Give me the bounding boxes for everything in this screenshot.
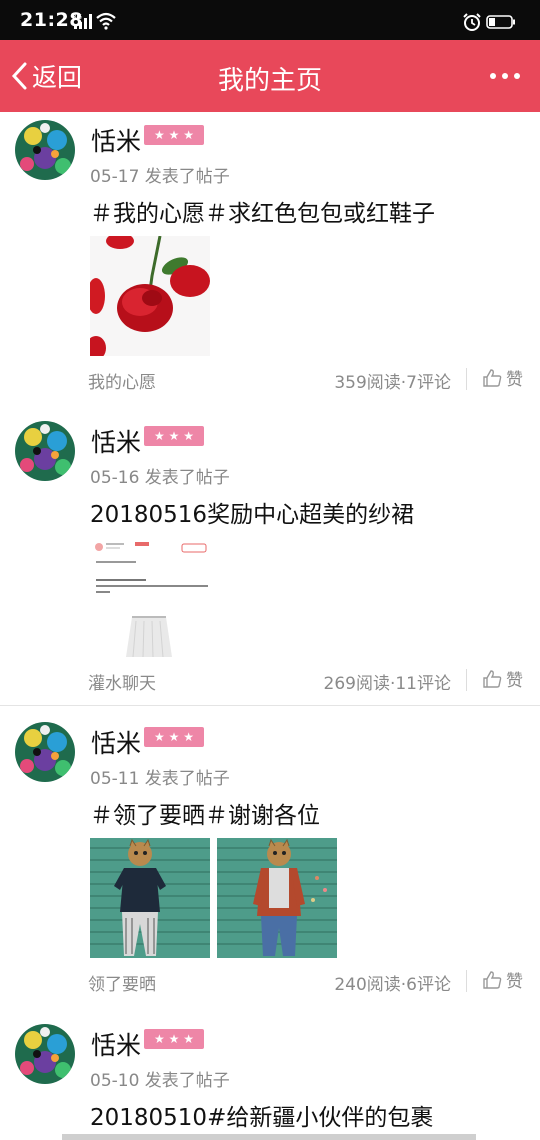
avatar[interactable]	[15, 722, 75, 782]
username[interactable]: 恬米	[91, 1026, 141, 1062]
status-bar: 21:28 3G	[0, 0, 540, 40]
level-badge: ★ ★ ★	[144, 727, 204, 747]
post-item[interactable]: 恬米 ★ ★ ★ 05-11 发表了帖子 ＃领了要晒＃谢谢各位 领了要晒 240…	[0, 714, 540, 1014]
post-item[interactable]: 恬米 ★ ★ ★ 05-17 发表了帖子 ＃我的心愿＃求红色包包或红鞋子 我的心…	[0, 112, 540, 412]
thumbs-up-icon	[483, 368, 502, 387]
level-badge: ★ ★ ★	[144, 426, 204, 446]
like-label: 赞	[506, 370, 523, 390]
post-item[interactable]: 恬米 ★ ★ ★ 05-10 发表了帖子 20180510#给新疆小伙伴的包裹	[0, 1016, 540, 1140]
top-nav-bar: 返回 我的主页	[0, 40, 540, 112]
thumbs-up-icon	[483, 669, 502, 688]
post-meta: 05-10 发表了帖子	[90, 1071, 230, 1091]
avatar[interactable]	[15, 1024, 75, 1084]
more-dots-icon[interactable]	[490, 62, 520, 90]
avatar[interactable]	[15, 120, 75, 180]
username[interactable]: 恬米	[91, 423, 141, 459]
post-title[interactable]: ＃我的心愿＃求红色包包或红鞋子	[90, 194, 435, 228]
like-label: 赞	[506, 972, 523, 992]
like-label: 赞	[506, 671, 523, 691]
username[interactable]: 恬米	[91, 122, 141, 158]
post-title[interactable]: 20180510#给新疆小伙伴的包裹	[90, 1098, 433, 1132]
post-title[interactable]: 20180516奖励中心超美的纱裙	[90, 495, 414, 529]
battery-icon	[486, 15, 515, 29]
divider-vertical	[466, 970, 467, 992]
post-category[interactable]: 我的心愿	[88, 368, 156, 393]
alarm-clock-icon	[463, 13, 481, 31]
signal-type-label: 3G	[72, 13, 82, 21]
like-button[interactable]: 赞	[482, 666, 523, 691]
signal-icon: 3G	[72, 13, 92, 29]
post-stats: 240阅读·6评论	[334, 975, 451, 995]
post-category[interactable]: 灌水聊天	[88, 669, 156, 694]
avatar[interactable]	[15, 421, 75, 481]
post-image-tshirt-outfit[interactable]	[90, 838, 210, 958]
like-button[interactable]: 赞	[482, 365, 523, 390]
post-divider	[0, 705, 540, 706]
page-title: 我的主页	[217, 66, 322, 96]
post-meta: 05-11 发表了帖子	[90, 769, 230, 789]
post-image-red-rose[interactable]	[90, 236, 210, 356]
wifi-icon	[96, 12, 116, 30]
post-image-skirt-screenshot[interactable]	[90, 537, 210, 657]
post-item[interactable]: 恬米 ★ ★ ★ 05-16 发表了帖子 20180516奖励中心超美的纱裙 灌…	[0, 413, 540, 705]
level-badge: ★ ★ ★	[144, 1029, 204, 1049]
scroll-indicator[interactable]	[62, 1134, 476, 1140]
post-stats: 359阅读·7评论	[334, 373, 451, 393]
level-badge: ★ ★ ★	[144, 125, 204, 145]
post-stats: 269阅读·11评论	[323, 674, 451, 694]
divider-vertical	[466, 368, 467, 390]
thumbs-up-icon	[483, 970, 502, 989]
post-image-red-shirt-outfit[interactable]	[217, 838, 337, 958]
post-title[interactable]: ＃领了要晒＃谢谢各位	[90, 796, 320, 830]
divider-vertical	[466, 669, 467, 691]
post-meta: 05-17 发表了帖子	[90, 167, 230, 187]
username[interactable]: 恬米	[91, 724, 141, 760]
post-category[interactable]: 领了要晒	[88, 970, 156, 995]
like-button[interactable]: 赞	[482, 967, 523, 992]
post-meta: 05-16 发表了帖子	[90, 468, 230, 488]
